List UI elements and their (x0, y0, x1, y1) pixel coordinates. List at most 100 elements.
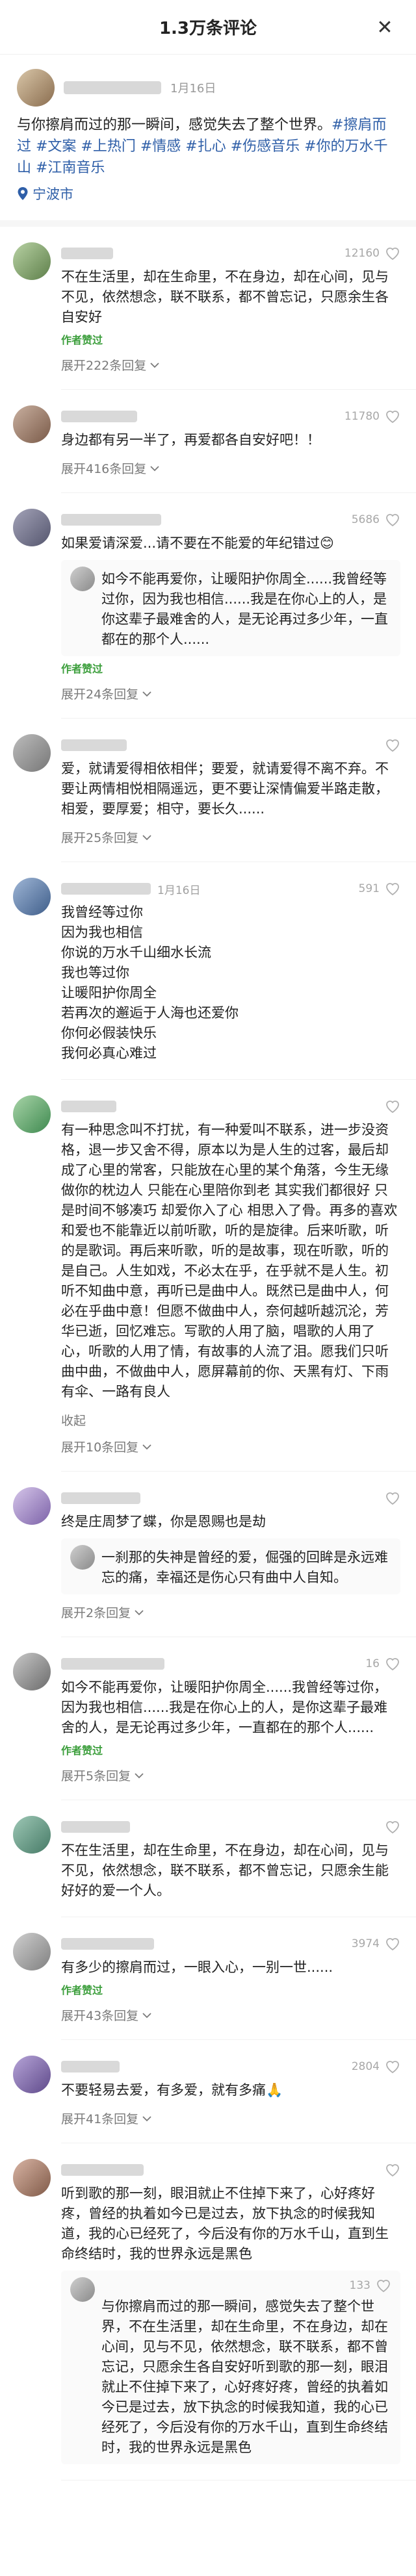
expand-replies-button[interactable]: 展开41条回复 (61, 2110, 400, 2127)
author-liked-badge: 作者赞过 (61, 663, 103, 675)
reply-body: 一刹那的失神是曾经的爱，倔强的回眸是永远难忘的痛，幸福还是伤心只有曲中人自知。 (101, 1545, 391, 1588)
comment-item: 终是庄周梦了蝶，你是恩赐也是劫一刹那的失神是曾经的爱，倔强的回眸是永远难忘的痛，… (0, 1472, 416, 1627)
like-button[interactable] (385, 1820, 400, 1834)
comment-body: 终是庄周梦了蝶，你是恩赐也是劫一刹那的失神是曾经的爱，倔强的回眸是永远难忘的痛，… (61, 1487, 400, 1621)
expand-replies-button[interactable]: 展开10条回复 (61, 1438, 400, 1455)
expand-replies-label: 展开222条回复 (61, 359, 147, 373)
comment-text: 终是庄周梦了蝶，你是恩赐也是劫 (61, 1514, 266, 1529)
heart-icon (386, 739, 399, 752)
post-location[interactable]: 宁波市 (17, 184, 399, 203)
comment-author-name[interactable] (61, 883, 151, 895)
reply-item: 133 与你擦肩而过的那一瞬间，感觉失去了整个世界，不在生活里，却在生命里，不在身… (70, 2277, 391, 2458)
like-button[interactable] (385, 1099, 400, 1114)
heart-icon (386, 411, 399, 424)
comment-body: 2804 不要轻易去爱，有多爱，就有多痛🙏 展开41条回复 (61, 2056, 400, 2127)
comment-author-name[interactable] (61, 1658, 164, 1670)
comment-avatar[interactable] (13, 734, 51, 772)
comment-avatar[interactable] (13, 2056, 51, 2093)
expand-replies-button[interactable]: 展开416条回复 (61, 459, 400, 477)
expand-replies-button[interactable]: 展开25条回复 (61, 828, 400, 846)
like-button[interactable]: 591 (359, 882, 400, 896)
reply-like-button[interactable]: 133 (350, 2278, 391, 2293)
comment-body: 3974 有多少的擦肩而过，一眼入心，一别一世...... 作者赞过 展开43条回复 (61, 1933, 400, 2024)
comment-author-name[interactable] (61, 514, 161, 526)
post-body: 与你擦肩而过的那一瞬间，感觉失去了整个世界。 (17, 117, 332, 133)
comment-avatar[interactable] (13, 1095, 51, 1133)
expand-replies-button[interactable]: 展开222条回复 (61, 356, 400, 374)
comment-avatar[interactable] (13, 1816, 51, 1854)
reply-preview: 133 与你擦肩而过的那一瞬间，感觉失去了整个世界，不在生活里，却在生命里，不在身… (61, 2271, 400, 2464)
comment-body: 不在生活里，却在生命里，不在身边，却在心间，见与不见，依然想念，联不联系，都不曾… (61, 1816, 400, 1901)
comment-avatar[interactable] (13, 509, 51, 546)
comment-author-name[interactable] (61, 1821, 130, 1833)
comment-item: 有一种思念叫不打扰，有一种爱叫不联系，进一步没资格，退一步又舍不得，原本以为是人… (0, 1080, 416, 1462)
comment-item: 16 如今不能再爱你，让暖阳护你周全......我曾经等过你，因为我也相信....… (0, 1637, 416, 1791)
chevron-down-icon (142, 1444, 151, 1449)
like-button[interactable] (385, 738, 400, 752)
comment-avatar[interactable] (13, 1653, 51, 1690)
heart-icon (386, 248, 399, 261)
expand-replies-label: 展开416条回复 (61, 462, 147, 476)
like-button[interactable] (385, 2163, 400, 2177)
comment-author-name[interactable] (61, 1101, 116, 1112)
comment-author-name[interactable] (61, 2061, 120, 2072)
location-label: 宁波市 (32, 186, 73, 202)
like-button[interactable]: 12160 (344, 246, 400, 261)
comment-item: 不在生活里，却在生命里，不在身边，却在心间，见与不见，依然想念，联不联系，都不曾… (0, 1800, 416, 1907)
reply-header: 133 (101, 2277, 391, 2294)
comment-body: 听到歌的那一刻，眼泪就止不住掉下来了，心好疼好疼，曾经的执着如今已是过去，放下执… (61, 2159, 400, 2464)
reply-avatar[interactable] (70, 2277, 95, 2302)
expand-replies-label: 展开41条回复 (61, 2112, 139, 2126)
expand-replies-button[interactable]: 展开24条回复 (61, 685, 400, 702)
comment-avatar[interactable] (13, 2159, 51, 2197)
comment-avatar[interactable] (13, 1487, 51, 1525)
comment-text: 有多少的擦肩而过，一眼入心，一别一世...... (61, 1959, 333, 1975)
like-button[interactable]: 3974 (352, 1937, 400, 1951)
reply-avatar[interactable] (70, 1545, 95, 1570)
post-avatar[interactable] (17, 69, 55, 107)
post-author-name[interactable] (64, 81, 161, 94)
comment-date: 1月16日 (157, 884, 201, 897)
comment-author-name[interactable] (61, 411, 137, 422)
comment-avatar[interactable] (13, 405, 51, 443)
like-button[interactable]: 5686 (352, 513, 400, 527)
comment-author-name[interactable] (61, 248, 113, 259)
chevron-down-icon (142, 2012, 151, 2018)
expand-replies-button[interactable]: 展开5条回复 (61, 1766, 400, 1784)
comment-header: 2804 (61, 2056, 400, 2078)
like-button[interactable]: 16 (365, 1657, 400, 1671)
comment-author-name[interactable] (61, 2164, 144, 2176)
comment-avatar[interactable] (13, 1933, 51, 1970)
like-button[interactable]: 11780 (344, 409, 400, 424)
location-pin-icon (18, 187, 28, 200)
comment-author-name[interactable] (61, 1938, 154, 1950)
comment-header: 12160 (61, 242, 400, 264)
close-icon[interactable]: ✕ (372, 14, 398, 40)
comment-header (61, 1816, 400, 1838)
collapse-link[interactable]: 收起 (61, 1411, 400, 1429)
expand-replies-label: 展开25条回复 (61, 831, 139, 845)
comment-text: 身边都有另一半了，再爱都各自安好吧！！ (61, 432, 320, 448)
comments-panel: 1.3万条评论 ✕ 1月16日 与你擦肩而过的那一瞬间，感觉失去了整个世界。#擦… (0, 0, 416, 2480)
like-button[interactable]: 2804 (352, 2060, 400, 2074)
like-count: 5686 (351, 513, 380, 526)
comment-body: 12160 不在生活里，却在生命里，不在身边，却在心间，见与不见，依然想念，联不联… (61, 242, 400, 374)
comment-text: 不在生活里，却在生命里，不在身边，却在心间，见与不见，依然想念，联不联系，都不曾… (61, 1843, 389, 1898)
chevron-down-icon (142, 2115, 151, 2121)
comment-header: 3974 (61, 1933, 400, 1955)
comment-avatar[interactable] (13, 242, 51, 280)
reply-avatar[interactable] (70, 567, 95, 591)
like-button[interactable] (385, 1491, 400, 1505)
reply-text: 一刹那的失神是曾经的爱，倔强的回眸是永远难忘的痛，幸福还是伤心只有曲中人自知。 (101, 1549, 388, 1585)
post-text: 与你擦肩而过的那一瞬间，感觉失去了整个世界。#擦肩而过 #文案 #上热门 #情感… (17, 114, 399, 179)
expand-replies-button[interactable]: 展开43条回复 (61, 2006, 400, 2024)
comment-body: 5686 如果爱请深爱...请不要在不能爱的年纪错过😊 如今不能再爱你，让暖阳护你周… (61, 509, 400, 702)
comment-text: 如今不能再爱你，让暖阳护你周全......我曾经等过你，因为我也相信......… (61, 1679, 388, 1735)
expand-replies-button[interactable]: 展开2条回复 (61, 1603, 400, 1621)
comment-author-name[interactable] (61, 739, 127, 751)
comment-author-name[interactable] (61, 1492, 140, 1504)
reply-item: 如今不能再爱你，让暖阳护你周全......我曾经等过你，因为我也相信......… (70, 567, 391, 650)
comment-avatar[interactable] (13, 878, 51, 915)
comment-text: 如果爱请深爱...请不要在不能爱的年纪错过😊 (61, 535, 334, 551)
author-liked-badge: 作者赞过 (61, 334, 103, 346)
